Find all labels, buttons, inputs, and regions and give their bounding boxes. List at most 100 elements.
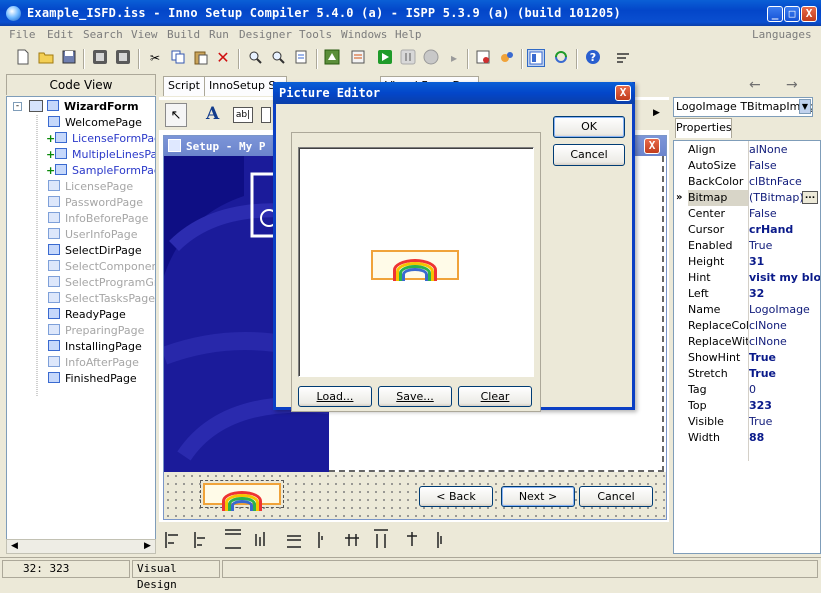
logo-image-selection[interactable]	[200, 480, 284, 511]
tree-item[interactable]: PasswordPage	[48, 195, 143, 211]
logo-image[interactable]	[203, 483, 281, 511]
code-view-tab[interactable]: Code View	[6, 74, 156, 95]
property-value[interactable]: LogoImage	[749, 302, 820, 318]
tab-script[interactable]: Script	[163, 76, 205, 96]
help-icon[interactable]: ?	[584, 49, 602, 67]
tree-item[interactable]: FinishedPage	[48, 371, 137, 387]
property-value[interactable]: 88	[749, 430, 820, 446]
tree-horizontal-scrollbar[interactable]: ◀ ▶	[6, 539, 156, 554]
tree-item[interactable]: LicensePage	[48, 179, 133, 195]
property-value[interactable]: 323	[749, 398, 820, 414]
tree-item[interactable]: WelcomePage	[48, 115, 142, 131]
palette-scroll-icon[interactable]: ▶	[653, 108, 660, 118]
chevron-down-icon[interactable]: ▼	[799, 99, 811, 114]
property-value[interactable]: True	[749, 414, 820, 430]
tab-properties[interactable]: Properties	[675, 118, 732, 138]
property-row[interactable]: Center False	[674, 206, 820, 222]
label-tool-icon[interactable]: A	[206, 104, 219, 124]
save-button[interactable]: Save...	[378, 386, 452, 407]
expand-icon[interactable]: +	[46, 163, 55, 179]
property-row[interactable]: Stretch True	[674, 366, 820, 382]
tree-item[interactable]: + SampleFormPage	[46, 163, 155, 179]
scroll-right-icon[interactable]: ▶	[141, 541, 154, 552]
property-row[interactable]: ReplaceWithColorclNone	[674, 334, 820, 350]
clear-button[interactable]: Clear	[458, 386, 532, 407]
dialog-close-button[interactable]: X	[615, 85, 631, 101]
property-value[interactable]: True	[749, 350, 820, 366]
expand-icon[interactable]: +	[46, 131, 55, 147]
ok-button[interactable]: OK	[553, 116, 625, 138]
menu-languages[interactable]: Languages	[752, 28, 812, 41]
tree-item[interactable]: SelectProgramGroupPage	[48, 275, 155, 291]
pause-icon[interactable]	[399, 49, 417, 67]
property-row[interactable]: ReplaceColorclNone	[674, 318, 820, 334]
menu-help[interactable]: Help	[395, 28, 422, 41]
property-value[interactable]: True	[749, 366, 820, 382]
ellipsis-button[interactable]: ...	[802, 191, 818, 204]
property-value[interactable]: clBtnFace	[749, 174, 820, 190]
property-row[interactable]: Top 323	[674, 398, 820, 414]
wizard-icon[interactable]	[323, 49, 341, 67]
debug-icon[interactable]	[498, 49, 516, 67]
property-value[interactable]: True	[749, 238, 820, 254]
menu-windows[interactable]: Windows	[341, 28, 387, 41]
stop-icon[interactable]	[422, 49, 440, 67]
compile-icon[interactable]	[91, 49, 109, 67]
property-value[interactable]: clNone	[749, 334, 820, 350]
memo-tool-icon[interactable]	[261, 107, 271, 123]
tree-item[interactable]: SelectComponentsPage	[48, 259, 155, 275]
recycle-icon[interactable]	[552, 49, 570, 67]
find-next-icon[interactable]	[269, 49, 287, 67]
cancel-button[interactable]: Cancel	[579, 486, 653, 507]
menu-search[interactable]: Search	[83, 28, 123, 41]
next-button[interactable]: Next >	[501, 486, 575, 507]
tree-item[interactable]: SelectTasksPage	[48, 291, 155, 307]
new-file-icon[interactable]	[14, 49, 32, 67]
tree-item[interactable]: WizardForm	[47, 99, 139, 115]
property-row[interactable]: Enabled True	[674, 238, 820, 254]
designer-icon[interactable]	[474, 49, 492, 67]
tree-item[interactable]: InfoBeforePage	[48, 211, 148, 227]
compile-script-icon[interactable]	[349, 49, 367, 67]
property-row[interactable]: Align alNone	[674, 142, 820, 158]
form-view-icon[interactable]	[527, 49, 545, 67]
load-button[interactable]: Load...	[298, 386, 372, 407]
dialog-cancel-button[interactable]: Cancel	[553, 144, 625, 166]
back-arrow-icon[interactable]: ←	[749, 77, 761, 93]
menu-build[interactable]: Build	[167, 28, 200, 41]
tree-item[interactable]: InfoAfterPage	[48, 355, 139, 371]
property-row[interactable]: Width 88	[674, 430, 820, 446]
property-row[interactable]: AutoSize False	[674, 158, 820, 174]
close-button[interactable]: X	[801, 6, 817, 22]
property-value[interactable]: False	[749, 206, 820, 222]
property-row[interactable]: Name LogoImage	[674, 302, 820, 318]
property-value[interactable]: visit my blog	[749, 270, 820, 286]
tree-item[interactable]: InstallingPage	[48, 339, 142, 355]
form-close-button[interactable]: X	[644, 138, 660, 154]
property-row[interactable]: Height 31	[674, 254, 820, 270]
step-icon[interactable]: ▸	[445, 49, 463, 67]
property-row[interactable]: BackColor clBtnFace	[674, 174, 820, 190]
tree-item[interactable]: + MultipleLinesPage	[46, 147, 155, 163]
property-value[interactable]: 0	[749, 382, 820, 398]
property-value[interactable]: crHand	[749, 222, 820, 238]
copy-icon[interactable]	[169, 49, 187, 67]
property-value[interactable]: alNone	[749, 142, 820, 158]
minimize-button[interactable]: _	[767, 6, 783, 22]
cut-icon[interactable]: ✂	[146, 49, 164, 67]
property-value[interactable]: 32	[749, 286, 820, 302]
open-folder-icon[interactable]	[37, 49, 55, 67]
menu-designer[interactable]: Designer	[239, 28, 292, 41]
property-row[interactable]: Left 32	[674, 286, 820, 302]
back-button[interactable]: < Back	[419, 486, 493, 507]
menu-run[interactable]: Run	[209, 28, 229, 41]
property-value[interactable]: clNone	[749, 318, 820, 334]
tree-item[interactable]: SelectDirPage	[48, 243, 142, 259]
tree-item[interactable]: + LicenseFormPage	[46, 131, 155, 147]
scroll-left-icon[interactable]: ◀	[8, 541, 21, 552]
expand-icon[interactable]: +	[46, 147, 55, 163]
edit-tool-icon[interactable]: ab|	[233, 107, 253, 123]
pointer-tool-icon[interactable]: ↖	[165, 103, 187, 127]
run-icon[interactable]	[376, 49, 394, 67]
compile-2-icon[interactable]	[114, 49, 132, 67]
